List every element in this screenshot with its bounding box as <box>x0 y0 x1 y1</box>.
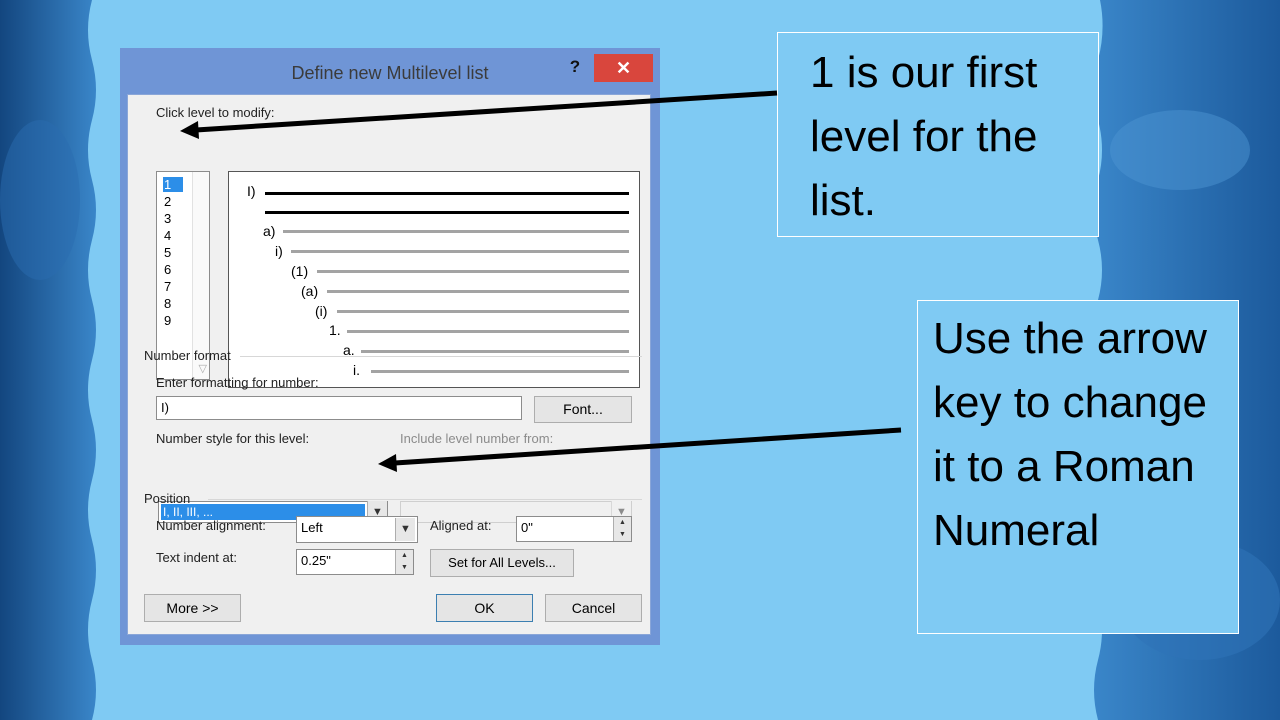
aligned-at-spinner[interactable]: ▲ ▼ <box>613 517 631 541</box>
down-arrow-icon[interactable]: ▼ <box>614 529 631 541</box>
level-item-5[interactable]: 5 <box>163 245 183 260</box>
preview-line <box>283 230 629 233</box>
text-indent-label: Text indent at: <box>156 550 237 565</box>
cancel-button[interactable]: Cancel <box>545 594 642 622</box>
position-heading: Position <box>144 491 191 506</box>
preview-label-2: a) <box>263 223 276 239</box>
chevron-down-icon[interactable]: ▼ <box>395 518 415 541</box>
level-item-8[interactable]: 8 <box>163 296 183 311</box>
up-arrow-icon[interactable]: ▲ <box>614 517 631 529</box>
preview-line <box>265 211 629 214</box>
level-item-2[interactable]: 2 <box>163 194 183 209</box>
click-level-label: Click level to modify: <box>156 105 275 120</box>
font-button[interactable]: Font... <box>534 396 632 423</box>
dialog-titlebar[interactable]: Define new Multilevel list ? ✕ <box>120 48 660 92</box>
level-item-4[interactable]: 4 <box>163 228 183 243</box>
level-item-6[interactable]: 6 <box>163 262 183 277</box>
number-alignment-select[interactable]: Left ▼ <box>296 516 418 543</box>
text-indent-spinner[interactable]: ▲ ▼ <box>395 550 413 574</box>
up-arrow-icon[interactable]: ▲ <box>396 550 413 562</box>
include-level-label: Include level number from: <box>400 431 554 446</box>
level-item-3[interactable]: 3 <box>163 211 183 226</box>
text-indent-value: 0.25" <box>301 553 331 568</box>
more-button[interactable]: More >> <box>144 594 241 622</box>
number-format-heading: Number format <box>144 348 231 363</box>
preview-line <box>371 370 629 373</box>
level-item-7[interactable]: 7 <box>163 279 183 294</box>
ok-button[interactable]: OK <box>436 594 533 622</box>
text-indent-input[interactable]: 0.25" ▲ ▼ <box>296 549 414 575</box>
preview-label-5: (a) <box>301 283 319 299</box>
aligned-at-value: 0" <box>521 520 533 535</box>
callout-first-level: 1 is our first level for the list. <box>777 32 1099 237</box>
define-multilevel-list-dialog: Define new Multilevel list ? ✕ Click lev… <box>120 48 660 645</box>
formatting-input[interactable]: I) <box>156 396 522 420</box>
level-item-9[interactable]: 9 <box>163 313 183 328</box>
separator <box>208 499 642 500</box>
help-button[interactable]: ? <box>562 54 588 80</box>
number-style-label: Number style for this level: <box>156 431 310 446</box>
preview-line <box>327 290 629 293</box>
preview-line <box>291 250 629 253</box>
preview-label-1: I) <box>247 183 256 199</box>
aligned-at-label: Aligned at: <box>430 518 492 533</box>
preview-label-3: i) <box>275 243 283 259</box>
separator <box>240 356 642 357</box>
preview-line <box>347 330 629 333</box>
number-alignment-value: Left <box>301 520 323 535</box>
down-arrow-icon[interactable]: ▼ <box>396 562 413 574</box>
aligned-at-input[interactable]: 0" ▲ ▼ <box>516 516 632 542</box>
number-alignment-label: Number alignment: <box>156 518 266 533</box>
preview-label-9: i. <box>353 362 360 378</box>
set-for-all-levels-button[interactable]: Set for All Levels... <box>430 549 574 577</box>
preview-label-4: (1) <box>291 263 309 279</box>
close-button[interactable]: ✕ <box>594 54 653 82</box>
dialog-body: Click level to modify: 1 2 3 4 5 6 7 8 9… <box>127 94 651 635</box>
preview-label-6: (i) <box>315 303 328 319</box>
preview-label-7: 1. <box>329 322 341 338</box>
enter-formatting-label: Enter formatting for number: <box>156 375 319 390</box>
preview-line <box>317 270 629 273</box>
preview-line <box>361 350 629 353</box>
callout-roman-numeral: Use the arrow key to change it to a Roma… <box>917 300 1239 634</box>
preview-line <box>337 310 629 313</box>
level-item-1[interactable]: 1 <box>163 177 183 192</box>
chevron-down-icon[interactable]: ▽ <box>199 362 207 375</box>
preview-line <box>265 192 629 195</box>
